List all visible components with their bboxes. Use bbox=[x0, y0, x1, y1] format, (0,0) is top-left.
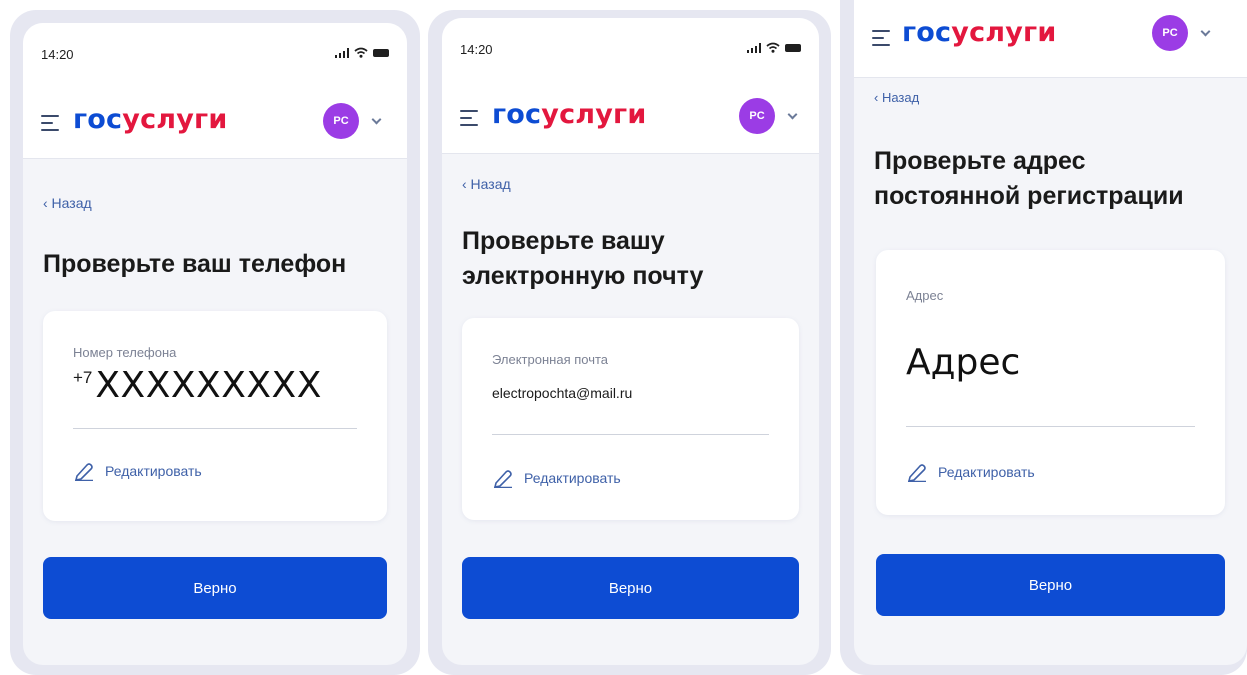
logo-part-gos: гос bbox=[902, 17, 952, 48]
back-link[interactable]: ‹ Назад bbox=[43, 195, 92, 211]
address-card: Адрес Адрес Редактировать bbox=[876, 250, 1225, 515]
signal-icon bbox=[746, 42, 761, 53]
battery-icon bbox=[785, 43, 801, 52]
pencil-icon bbox=[493, 470, 512, 488]
pencil-icon bbox=[907, 464, 926, 482]
phone-screen-address-check: госуслуги PC ‹ Назад Проверьте адрес пос… bbox=[840, 0, 1247, 675]
phone-value-row: +7 XXXXXXXXX bbox=[73, 365, 322, 406]
pencil-icon bbox=[74, 463, 93, 481]
app-screen: 14:20 госуслуги PC ‹ Назад Проверьте ваш… bbox=[23, 23, 407, 665]
field-label: Адрес bbox=[906, 288, 944, 303]
menu-icon[interactable] bbox=[460, 110, 478, 131]
app-header: госуслуги PC bbox=[442, 78, 819, 154]
phone-prefix: +7 bbox=[73, 368, 93, 387]
field-underline bbox=[492, 434, 769, 435]
gosuslugi-logo[interactable]: госуслуги bbox=[492, 99, 646, 130]
phone-screen-email-check: 14:20 госуслуги PC ‹ Назад Проверьте ваш… bbox=[428, 10, 831, 675]
menu-icon[interactable] bbox=[41, 115, 59, 136]
back-link[interactable]: ‹ Назад bbox=[874, 90, 919, 105]
chevron-down-icon[interactable] bbox=[787, 109, 798, 120]
logo-part-uslugi: услуги bbox=[541, 99, 647, 130]
signal-icon bbox=[334, 47, 349, 58]
logo-part-gos: гос bbox=[73, 104, 123, 135]
gosuslugi-logo[interactable]: госуслуги bbox=[902, 17, 1056, 48]
edit-label: Редактировать bbox=[524, 470, 621, 486]
wifi-icon bbox=[354, 47, 368, 58]
app-header: госуслуги PC bbox=[854, 0, 1247, 78]
page-title: Проверьте вашу электронную почту bbox=[462, 227, 704, 290]
battery-icon bbox=[373, 48, 389, 57]
edit-button[interactable]: Редактировать bbox=[492, 468, 621, 488]
logo-part-uslugi: услуги bbox=[951, 17, 1057, 48]
status-time: 14:20 bbox=[41, 47, 74, 62]
avatar[interactable]: PC bbox=[323, 103, 359, 139]
page-title: Проверьте адрес постоянной регистрации bbox=[874, 147, 1184, 210]
phone-value: XXXXXXXXX bbox=[95, 365, 322, 406]
field-label: Номер телефона bbox=[73, 345, 177, 360]
page-title: Проверьте ваш телефон bbox=[43, 250, 347, 278]
back-link[interactable]: ‹ Назад bbox=[462, 176, 511, 192]
email-value: electropochta@mail.ru bbox=[492, 385, 633, 401]
field-underline bbox=[906, 426, 1195, 427]
edit-button[interactable]: Редактировать bbox=[73, 461, 202, 481]
edit-button[interactable]: Редактировать bbox=[906, 462, 1035, 482]
edit-label: Редактировать bbox=[938, 464, 1035, 480]
chevron-down-icon[interactable] bbox=[1200, 26, 1211, 37]
address-value: Адрес bbox=[906, 342, 1021, 383]
confirm-button[interactable]: Верно bbox=[876, 554, 1225, 616]
app-screen: госуслуги PC ‹ Назад Проверьте адрес пос… bbox=[854, 0, 1247, 665]
phone-card: Номер телефона +7 XXXXXXXXX Редактироват… bbox=[43, 311, 387, 521]
logo-part-gos: гос bbox=[492, 99, 542, 130]
system-icons bbox=[746, 42, 801, 53]
app-header: госуслуги PC bbox=[23, 83, 407, 159]
avatar[interactable]: PC bbox=[1152, 15, 1188, 51]
app-screen: 14:20 госуслуги PC ‹ Назад Проверьте ваш… bbox=[442, 18, 819, 665]
menu-icon[interactable] bbox=[872, 30, 890, 51]
logo-part-uslugi: услуги bbox=[122, 104, 228, 135]
confirm-button[interactable]: Верно bbox=[462, 557, 799, 619]
confirm-button[interactable]: Верно bbox=[43, 557, 387, 619]
phone-screen-phone-check: 14:20 госуслуги PC ‹ Назад Проверьте ваш… bbox=[10, 10, 420, 675]
email-card: Электронная почта electropochta@mail.ru … bbox=[462, 318, 799, 520]
status-bar: 14:20 bbox=[23, 23, 407, 83]
wifi-icon bbox=[766, 42, 780, 53]
avatar[interactable]: PC bbox=[739, 98, 775, 134]
status-bar: 14:20 bbox=[442, 18, 819, 78]
edit-label: Редактировать bbox=[105, 463, 202, 479]
field-underline bbox=[73, 428, 357, 429]
status-time: 14:20 bbox=[460, 42, 493, 57]
system-icons bbox=[334, 47, 389, 58]
gosuslugi-logo[interactable]: госуслуги bbox=[73, 104, 227, 135]
chevron-down-icon[interactable] bbox=[371, 114, 382, 125]
field-label: Электронная почта bbox=[492, 352, 609, 367]
